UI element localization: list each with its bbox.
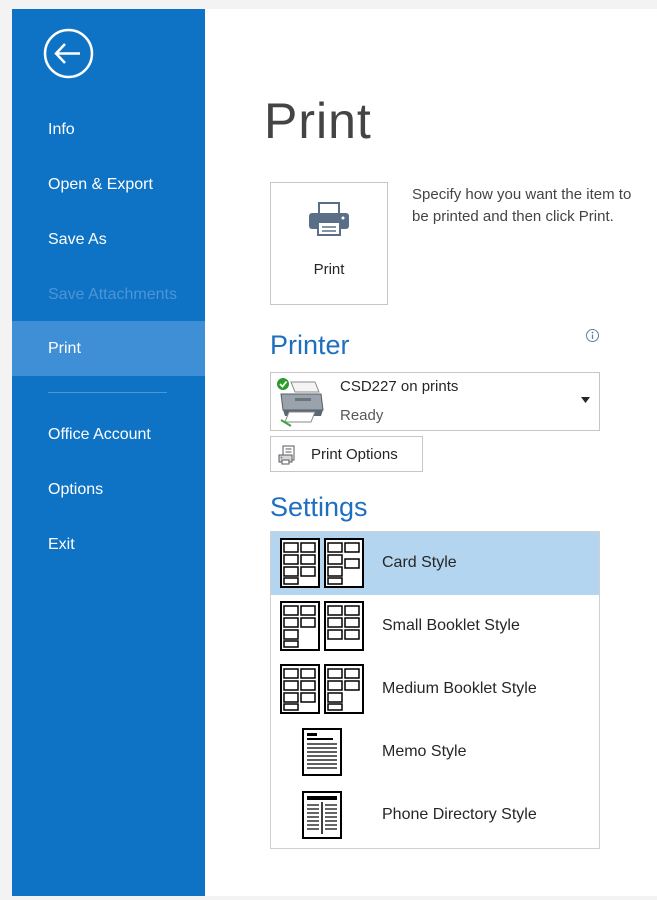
print-button-label: Print: [313, 261, 345, 278]
print-button[interactable]: Print: [270, 182, 388, 305]
medium-booklet-style-icon: [280, 664, 364, 714]
print-style-list: Card Style Small Booklet Style Medium Bo…: [270, 531, 600, 849]
style-label: Card Style: [382, 554, 457, 571]
printer-status: Ready: [340, 407, 384, 424]
window-bottom-border: [0, 896, 657, 900]
back-arrow-icon: [43, 28, 94, 79]
print-options-button[interactable]: Print Options: [270, 436, 423, 472]
style-label: Small Booklet Style: [382, 617, 520, 634]
nav-options[interactable]: Options: [12, 462, 205, 517]
printer-icon: [309, 202, 349, 236]
nav-exit[interactable]: Exit: [12, 517, 205, 572]
printer-dropdown[interactable]: CSD227 on prints Ready: [270, 372, 600, 431]
nav-open-export[interactable]: Open & Export: [12, 157, 205, 212]
info-icon[interactable]: [585, 328, 600, 343]
chevron-down-icon: [581, 397, 590, 403]
memo-style-icon: [302, 728, 342, 776]
small-booklet-style-icon: [280, 601, 364, 651]
nav-info[interactable]: Info: [12, 102, 205, 157]
style-item-card[interactable]: Card Style: [271, 532, 599, 595]
nav-print[interactable]: Print: [12, 321, 205, 376]
printer-heading: Printer: [270, 330, 350, 360]
printer-name: CSD227 on prints: [340, 378, 459, 395]
phone-directory-style-icon: [302, 791, 342, 839]
style-label: Medium Booklet Style: [382, 680, 537, 697]
nav-save-as[interactable]: Save As: [12, 212, 205, 267]
style-label: Memo Style: [382, 743, 467, 760]
print-options-label: Print Options: [311, 446, 398, 463]
style-item-medium-booklet[interactable]: Medium Booklet Style: [271, 658, 599, 721]
settings-heading: Settings: [270, 492, 368, 522]
style-label: Phone Directory Style: [382, 806, 537, 823]
style-item-small-booklet[interactable]: Small Booklet Style: [271, 595, 599, 658]
nav-save-attachments: Save Attachments: [48, 286, 177, 303]
backstage-sidebar: Info Open & Export Save As Save Attachme…: [12, 9, 205, 896]
window-top-border: [0, 0, 657, 9]
print-description: Specify how you want the item to be prin…: [412, 186, 632, 225]
style-item-memo[interactable]: Memo Style: [271, 721, 599, 784]
window-left-border: [0, 0, 12, 900]
nav-office-account[interactable]: Office Account: [12, 407, 205, 462]
style-item-phone-directory[interactable]: Phone Directory Style: [271, 784, 599, 847]
back-button[interactable]: [43, 28, 94, 79]
page-setup-icon: [278, 445, 295, 465]
page-title: Print: [264, 93, 372, 149]
nav-divider: [48, 392, 167, 393]
card-style-icon: [280, 538, 364, 588]
network-printer-icon: [277, 378, 324, 427]
